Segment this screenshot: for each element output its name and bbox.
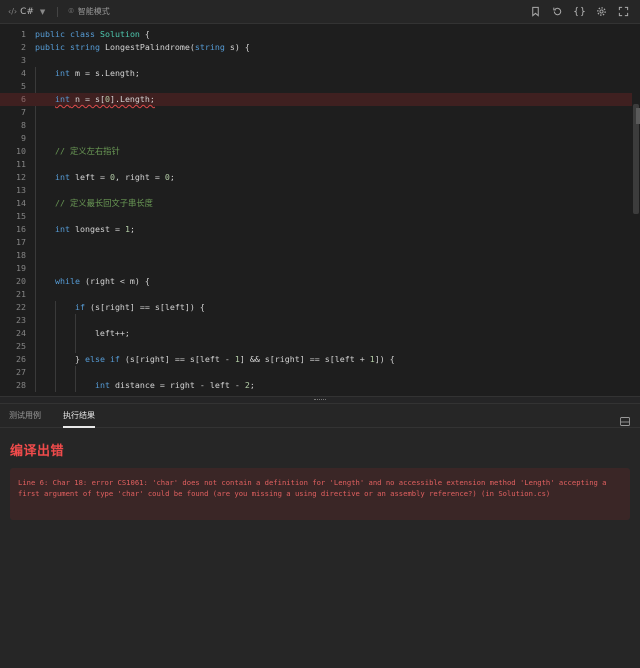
lock-icon: ⌾ — [68, 6, 74, 17]
code-line — [35, 249, 632, 262]
code-line: int distance = right - left - 2; — [35, 379, 632, 392]
line-number-gutter: 1 2 3 4 5 6 7 8 9 10 11 12 13 14 15 16 17 18 19 20 21 22 23 24 2… — [0, 28, 26, 392]
tab-execution-result[interactable]: 执行结果 — [63, 404, 95, 428]
line-number: 8 — [21, 120, 26, 130]
line-number: 28 — [16, 380, 26, 390]
language-select[interactable]: ‹/› C# ▼ — [8, 7, 45, 17]
line-number: 25 — [16, 341, 26, 351]
line-number: 22 — [16, 302, 26, 312]
line-number: 5 — [21, 81, 26, 91]
code-area[interactable]: public class Solution { public string Lo… — [0, 28, 640, 392]
collapse-panel-icon[interactable] — [620, 411, 630, 426]
code-line: left++; — [35, 327, 130, 340]
code-line: public string LongestPalindrome(string s… — [35, 42, 250, 52]
line-number: 27 — [16, 367, 26, 377]
code-editor[interactable]: 1 2 3 4 5 6 7 8 9 10 11 12 13 14 15 16 17 18 19 20 21 22 23 24 2… — [0, 24, 640, 396]
line-number: 20 — [16, 276, 26, 286]
code-line — [35, 236, 632, 249]
line-number: 4 — [21, 68, 26, 78]
line-number: 21 — [16, 289, 26, 299]
code-line: int left = 0, right = 0; — [35, 171, 632, 184]
line-number: 14 — [16, 198, 26, 208]
settings-icon[interactable] — [590, 3, 612, 21]
reset-icon[interactable] — [546, 3, 568, 21]
panel-resize-handle[interactable] — [0, 396, 640, 404]
line-number: 23 — [16, 315, 26, 325]
code-line: while (right < m) { — [35, 275, 632, 288]
code-line: public class Solution { — [35, 29, 150, 39]
code-line: // 定义最长回文子串长度 — [35, 197, 632, 210]
code-line — [35, 132, 632, 145]
code-line — [35, 366, 632, 379]
line-number: 3 — [21, 55, 26, 65]
code-line: int m = s.Length; — [35, 67, 632, 80]
chevron-down-icon: ▼ — [39, 7, 46, 16]
code-line — [35, 288, 632, 301]
code-line — [35, 80, 632, 93]
result-panel: 测试用例 执行结果 编译出错 Line 6: Char 18: error CS… — [0, 404, 640, 668]
line-number: 2 — [21, 42, 26, 52]
code-line: } else if (s[right] == s[left - 1] && s[… — [35, 353, 395, 366]
line-number: 12 — [16, 172, 26, 182]
code-icon: ‹/› — [8, 7, 18, 16]
code-line — [35, 210, 632, 223]
code-line — [35, 119, 632, 132]
mode-toggle[interactable]: ⌾ 智能模式 — [68, 6, 109, 17]
error-code-line: int n = s[0].Length; — [0, 93, 640, 106]
line-number: 10 — [16, 146, 26, 156]
line-number: 24 — [16, 328, 26, 338]
code-line — [35, 158, 632, 171]
code-line: // 定义左右指针 — [35, 145, 632, 158]
bookmark-icon[interactable] — [524, 3, 546, 21]
error-marker — [636, 108, 640, 124]
line-number: 15 — [16, 211, 26, 221]
drag-handle-icon — [314, 399, 326, 402]
compile-error-title: 编译出错 — [10, 444, 65, 459]
code-line: int longest = 1; — [35, 223, 632, 236]
code-line: if (s[right] == s[left]) { — [35, 301, 632, 314]
line-number: 7 — [21, 107, 26, 117]
line-number: 17 — [16, 237, 26, 247]
panel-tab-bar: 测试用例 执行结果 — [0, 404, 640, 428]
error-message: Line 6: Char 18: error CS1061: 'char' do… — [10, 468, 630, 520]
code-line — [35, 262, 632, 275]
toolbar-divider — [57, 6, 59, 17]
code-line — [35, 106, 632, 119]
line-number: 11 — [16, 159, 26, 169]
code-line — [35, 184, 632, 197]
language-label: C# — [20, 6, 34, 17]
line-number: 1 — [21, 29, 26, 39]
line-number: 9 — [21, 133, 26, 143]
editor-toolbar: ‹/› C# ▼ ⌾ 智能模式 — [0, 0, 640, 24]
expand-icon[interactable] — [612, 3, 634, 21]
editor-scrollbar[interactable] — [632, 24, 640, 396]
tab-test-cases[interactable]: 测试用例 — [9, 404, 41, 428]
mode-label: 智能模式 — [77, 7, 110, 16]
line-number: 19 — [16, 263, 26, 273]
line-number: 13 — [16, 185, 26, 195]
line-number: 26 — [16, 354, 26, 364]
braces-icon[interactable] — [568, 3, 590, 21]
line-number: 16 — [16, 224, 26, 234]
code-line — [35, 340, 632, 353]
line-number: 18 — [16, 250, 26, 260]
code-line — [35, 314, 632, 327]
